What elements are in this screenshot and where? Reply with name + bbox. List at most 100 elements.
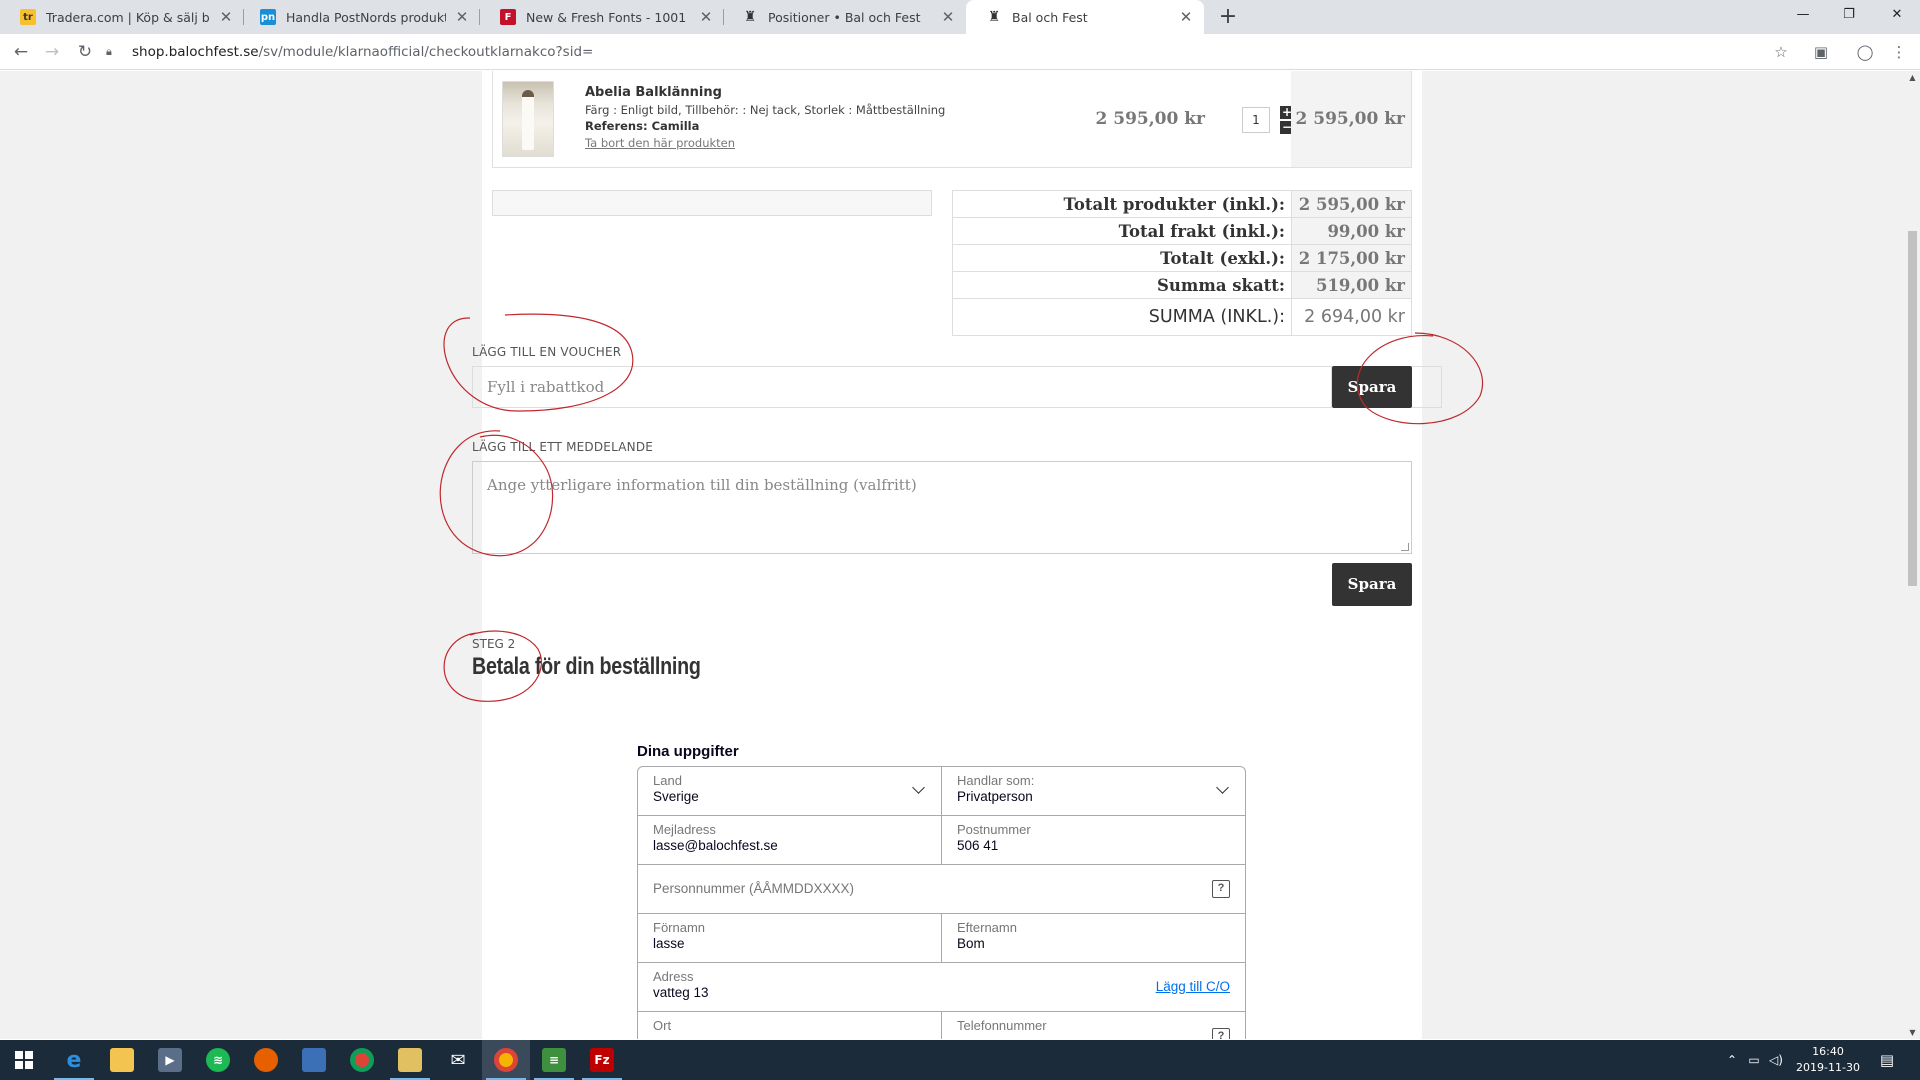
tab-tradera[interactable]: tr Tradera.com | Köp & sälj begagnat ✕ (0, 0, 244, 34)
cart-info-field (492, 190, 932, 216)
taskbar-spotify[interactable]: ≋ (194, 1040, 242, 1080)
save-voucher-button[interactable]: Spara (1332, 366, 1412, 408)
tab-fonts[interactable]: F New & Fresh Fonts - 1001 Fonts ✕ (480, 0, 724, 34)
klarna-section-title: Dina uppgifter (637, 743, 739, 760)
klarna-form: Land Sverige Handlar som: Privatperson M… (637, 766, 1246, 1039)
firefox-icon (254, 1048, 278, 1072)
product-name[interactable]: Abelia Balklänning (585, 85, 722, 100)
taskbar-notepad[interactable]: ≡ (530, 1040, 578, 1080)
taskbar-mail[interactable]: ✉ (434, 1040, 482, 1080)
url-host: shop.balochfest.se (132, 44, 259, 60)
close-tab-icon[interactable]: ✕ (940, 8, 956, 26)
tab-title: Positioner • Bal och Fest (768, 9, 921, 25)
minimize-icon[interactable]: — (1780, 0, 1826, 30)
phone-field[interactable]: Telefonnummer ? (941, 1012, 1245, 1039)
page-scrollbar[interactable]: ▲ ▼ (1905, 71, 1920, 1039)
url-path: /sv/module/klarnaofficial/checkoutklarna… (258, 44, 594, 60)
fonts-icon: F (500, 9, 516, 25)
tray-chevron-icon[interactable]: ⌃ (1724, 1040, 1740, 1080)
profile-icon[interactable]: ◯ (1855, 42, 1875, 62)
notepad-icon: ≡ (542, 1048, 566, 1072)
bookmark-star-icon[interactable]: ☆ (1771, 42, 1791, 62)
filezilla-icon: Fz (590, 1048, 614, 1072)
page-viewport: Abelia Balklänning Färg : Enligt bild, T… (0, 71, 1905, 1039)
back-icon[interactable]: ← (9, 40, 33, 64)
restore-icon[interactable]: ❐ (1826, 0, 1872, 30)
last-name-field[interactable]: Efternamn Bom (941, 914, 1245, 962)
notification-icon[interactable]: ▤ (1870, 1040, 1904, 1080)
product-attributes: Färg : Enligt bild, Tillbehör: : Nej tac… (585, 103, 946, 117)
taskbar-explorer[interactable] (98, 1040, 146, 1080)
new-tab-button[interactable]: + (1215, 4, 1241, 30)
personal-number-placeholder: Personnummer (ÅÅMMDDXXXX) (653, 881, 855, 896)
close-tab-icon[interactable]: ✕ (1178, 8, 1194, 26)
taskbar-filezilla[interactable]: Fz (578, 1040, 626, 1080)
scroll-up-icon[interactable]: ▲ (1905, 73, 1920, 82)
voucher-input-end (1412, 366, 1442, 408)
resize-handle[interactable] (1401, 543, 1409, 551)
quantity-input[interactable]: 1 (1242, 107, 1270, 133)
close-tab-icon[interactable]: ✕ (218, 8, 234, 26)
taskbar-files[interactable] (386, 1040, 434, 1080)
help-icon[interactable]: ? (1212, 1028, 1230, 1039)
city-field[interactable]: Ort (638, 1012, 941, 1039)
scroll-down-icon[interactable]: ▼ (1905, 1028, 1920, 1037)
extension-icon[interactable]: ▣ (1811, 42, 1831, 62)
voucher-code-input[interactable]: Fyll i rabattkod (472, 366, 1332, 408)
start-button[interactable] (0, 1040, 48, 1080)
close-tab-icon[interactable]: ✕ (454, 8, 470, 26)
country-select[interactable]: Land Sverige (638, 767, 941, 815)
chrome-icon (350, 1048, 374, 1072)
city-label: Ort (653, 1018, 672, 1033)
klarna-row: Ort Telefonnummer ? (638, 1012, 1245, 1039)
save-message-button[interactable]: Spara (1332, 563, 1412, 606)
personal-number-field[interactable]: Personnummer (ÅÅMMDDXXXX) ? (638, 865, 1245, 913)
taskbar-chrome[interactable] (338, 1040, 386, 1080)
tradera-icon: tr (20, 9, 36, 25)
tab-bal-och-fest[interactable]: ♜ Bal och Fest ✕ (966, 0, 1204, 34)
totals-label: Totalt produkter (inkl.): (1063, 194, 1285, 214)
phone-label: Telefonnummer (957, 1018, 1047, 1033)
remove-product-link[interactable]: Ta bort den här produkten (585, 136, 735, 150)
add-co-link[interactable]: Lägg till C/O (1156, 979, 1230, 994)
totals-label: Total frakt (inkl.): (1118, 221, 1285, 241)
clock-time: 16:40 (1812, 1045, 1844, 1058)
totals-row: Totalt (exkl.): 2 175,00 kr (953, 245, 1411, 272)
help-icon[interactable]: ? (1212, 880, 1230, 898)
address-bar[interactable]: 🔒︎ shop.balochfest.se/sv/module/klarnaof… (106, 38, 1790, 66)
close-tab-icon[interactable]: ✕ (698, 8, 714, 26)
message-textarea[interactable]: Ange ytterligare information till din be… (472, 461, 1412, 554)
totals-sum-row: SUMMA (INKL.): 2 694,00 kr (953, 299, 1411, 335)
tab-positioner[interactable]: ♜ Positioner • Bal och Fest ✕ (722, 0, 966, 34)
clock[interactable]: 16:40 2019-11-30 (1790, 1044, 1866, 1076)
taskbar-media[interactable]: ▶ (146, 1040, 194, 1080)
forward-icon[interactable]: → (40, 40, 64, 64)
balochfest-icon: ♜ (743, 9, 757, 25)
totals-row: Summa skatt: 519,00 kr (953, 272, 1411, 299)
tab-postnord[interactable]: pn Handla PostNords produkter och ✕ (240, 0, 480, 34)
first-name-field[interactable]: Förnamn lasse (638, 914, 941, 962)
last-name-value: Bom (957, 936, 985, 951)
taskbar-firefox[interactable] (242, 1040, 290, 1080)
taskbar-edge[interactable]: e (50, 1040, 98, 1080)
reload-icon[interactable]: ↻ (73, 40, 97, 64)
menu-icon[interactable]: ⋮ (1889, 42, 1909, 62)
close-window-icon[interactable]: ✕ (1874, 0, 1920, 30)
customer-type-select[interactable]: Handlar som: Privatperson (941, 767, 1245, 815)
address-field[interactable]: Adress vatteg 13 Lägg till C/O (638, 963, 1245, 1011)
mail-icon: ✉ (450, 1049, 466, 1071)
volume-icon[interactable]: ◁) (1766, 1040, 1786, 1080)
klarna-row: Land Sverige Handlar som: Privatperson (638, 767, 1245, 816)
postal-code-label: Postnummer (957, 822, 1031, 837)
postal-code-field[interactable]: Postnummer 506 41 (941, 816, 1245, 864)
product-unit-price: 2 595,00 kr (1095, 109, 1205, 129)
totals-row: Totalt produkter (inkl.): 2 595,00 kr (953, 191, 1411, 218)
message-placeholder: Ange ytterligare information till din be… (487, 476, 917, 494)
email-field[interactable]: Mejladress lasse@balochfest.se (638, 816, 941, 864)
tab-title: Bal och Fest (1012, 9, 1088, 25)
taskbar-chrome-active[interactable] (482, 1040, 530, 1080)
network-icon[interactable]: ▭ (1744, 1040, 1764, 1080)
scrollbar-thumb[interactable] (1908, 231, 1917, 586)
taskbar-app[interactable] (290, 1040, 338, 1080)
product-image[interactable] (502, 81, 554, 157)
